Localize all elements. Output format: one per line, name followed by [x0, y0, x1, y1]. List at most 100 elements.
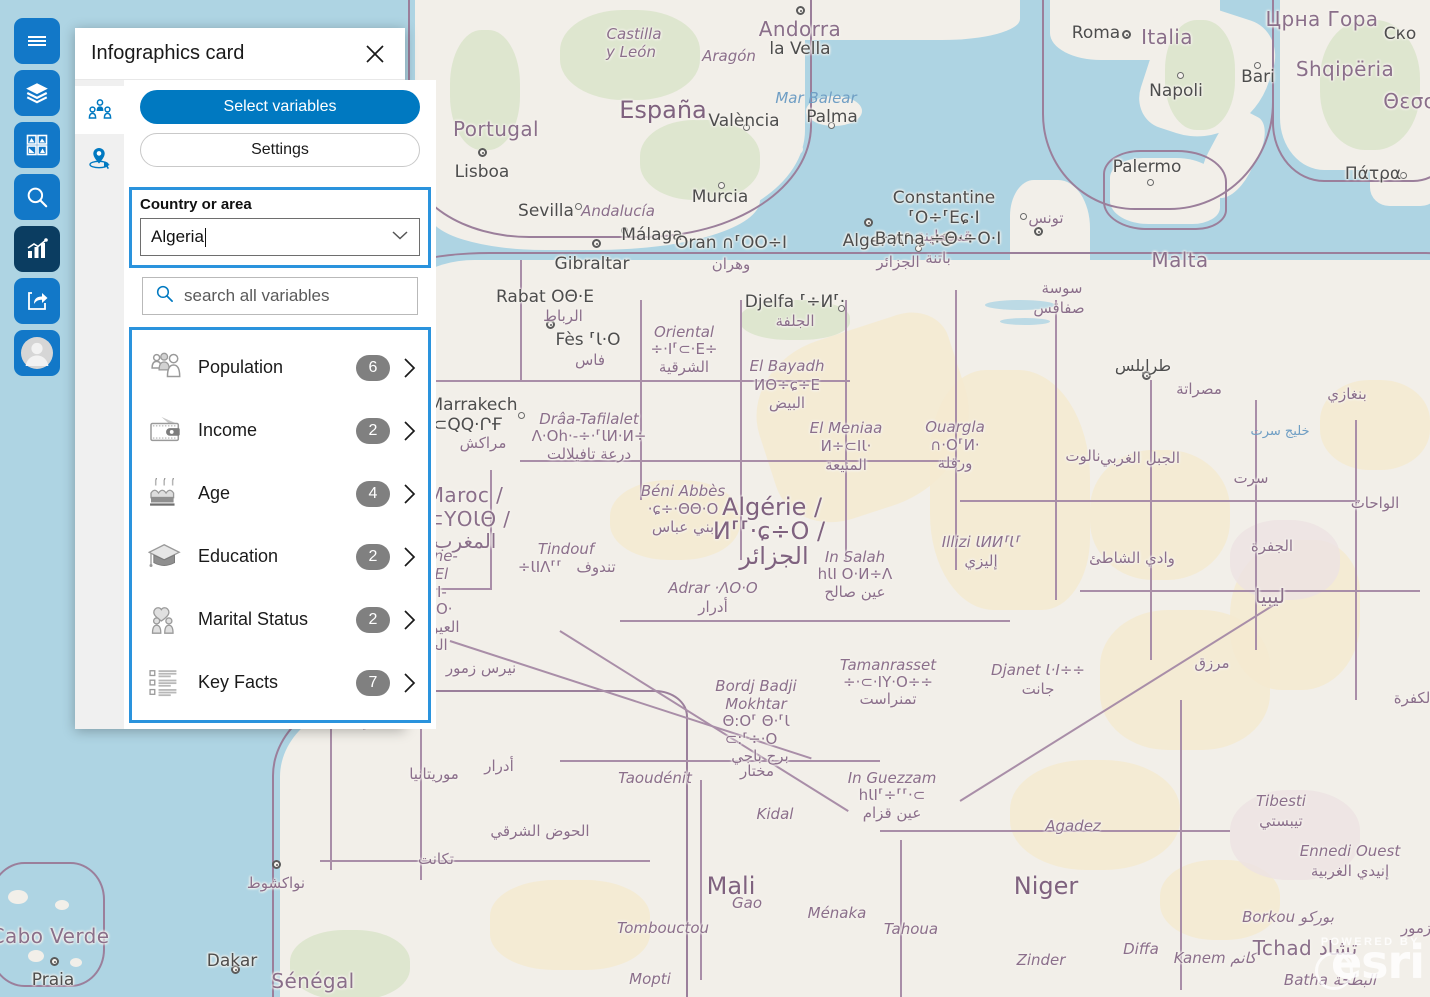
- map-label: Constantine: [892, 188, 996, 208]
- category-label: Income: [198, 420, 258, 440]
- border-line-h7: [880, 830, 1230, 832]
- border-line-morocco: [490, 470, 492, 590]
- layers-icon[interactable]: [14, 70, 60, 116]
- city-dot-valencia: [743, 124, 750, 131]
- border-line-4: [845, 300, 847, 560]
- city-dot-patra: [1400, 172, 1407, 179]
- demographics-tab[interactable]: [75, 86, 124, 134]
- city-dot-palma: [828, 122, 835, 129]
- category-row-marital-status[interactable]: Marital Status 2: [132, 588, 428, 651]
- panel-tab-strip: [75, 80, 124, 729]
- key-facts-list-icon: [146, 667, 188, 699]
- city-dot-alger: [864, 218, 873, 227]
- city-dot-tripoli: [1142, 371, 1151, 380]
- border-line-h5: [1080, 590, 1420, 592]
- desert-patch-6: [1010, 760, 1180, 870]
- chevron-right-icon[interactable]: [402, 420, 418, 442]
- country-select[interactable]: Algeria: [140, 218, 420, 256]
- chevron-down-icon: [391, 228, 409, 246]
- border-line-9: [1355, 420, 1357, 700]
- education-cap-icon: [146, 541, 188, 573]
- coastline-sicily: [1103, 150, 1227, 230]
- search-icon[interactable]: [14, 174, 60, 220]
- country-or-area-field-group: Country or area Algeria: [129, 187, 431, 268]
- category-row-key-facts[interactable]: Key Facts 7: [132, 651, 428, 714]
- coastline-cabo-verde: [0, 862, 105, 987]
- city-dot-napoli: [1177, 72, 1184, 79]
- city-dot-marrakech: [518, 412, 525, 419]
- country-value: Algeria: [151, 227, 204, 246]
- city-dot-bari: [1254, 62, 1261, 69]
- chevron-right-icon[interactable]: [402, 609, 418, 631]
- city-dot-tunis: [1034, 227, 1043, 236]
- coastline-west-africa: [272, 690, 688, 997]
- tibesti-highland: [1230, 790, 1360, 880]
- page-title: Infographics card: [91, 42, 245, 64]
- coastline-iberia: [408, 0, 812, 238]
- map-label: قسنطينة: [916, 227, 972, 245]
- city-dot-murcia: [718, 182, 725, 189]
- category-count-badge: 2: [356, 606, 390, 633]
- border-line-1: [520, 260, 522, 380]
- settings-button[interactable]: Settings: [140, 133, 420, 167]
- border-line-maur2: [330, 720, 332, 870]
- chott-lake: [985, 300, 1055, 310]
- category-label: Key Facts: [198, 672, 279, 692]
- category-count-badge: 4: [356, 480, 390, 507]
- city-dot-nouakchott: [272, 860, 281, 869]
- city-dot-roma: [1122, 30, 1131, 39]
- category-label: Education: [198, 546, 279, 566]
- border-line-6: [1055, 300, 1057, 600]
- user-avatar-icon[interactable]: [14, 330, 60, 376]
- menu-icon[interactable]: [14, 18, 60, 64]
- category-count-badge: 2: [356, 543, 390, 570]
- chevron-right-icon[interactable]: [402, 546, 418, 568]
- infographics-card-panel: Infographics card Select variables Setti…: [75, 28, 436, 729]
- border-line-3: [740, 300, 742, 560]
- panel-header: Infographics card: [75, 28, 405, 80]
- age-cake-icon: [146, 478, 188, 510]
- search-variables-field[interactable]: [142, 277, 418, 315]
- city-dot-gibraltar: [592, 239, 601, 248]
- coastline-africa: [382, 252, 1430, 552]
- chevron-right-icon[interactable]: [402, 672, 418, 694]
- category-row-population[interactable]: Population 6: [132, 336, 428, 399]
- city-dot-palermo: [1147, 179, 1154, 186]
- category-row-age[interactable]: Age 4: [132, 462, 428, 525]
- city-dot-rabat: [546, 320, 555, 329]
- chevron-right-icon[interactable]: [402, 357, 418, 379]
- border-line-h8: [320, 860, 650, 862]
- basemap-icon[interactable]: [14, 122, 60, 168]
- border-line-h6: [560, 760, 880, 762]
- desert-patch-5: [1100, 610, 1270, 750]
- close-icon[interactable]: [361, 40, 389, 68]
- category-row-income[interactable]: Income 2: [132, 399, 428, 462]
- panel-content: Select variables Settings Country or are…: [124, 80, 436, 729]
- border-line-h4: [620, 620, 1010, 622]
- border-line-mali: [700, 780, 702, 980]
- map-label: ⸢Օ÷⸢Eɕ·I: [908, 208, 980, 228]
- chevron-right-icon[interactable]: [402, 483, 418, 505]
- city-dot-sevilla: [575, 203, 582, 210]
- population-icon: [146, 352, 188, 384]
- category-row-education[interactable]: Education 2: [132, 525, 428, 588]
- category-count-badge: 7: [356, 669, 390, 696]
- city-dot-andorra: [796, 6, 805, 15]
- location-tab[interactable]: [75, 134, 124, 182]
- share-icon[interactable]: [14, 278, 60, 324]
- income-wallet-icon: [146, 415, 188, 447]
- search-input[interactable]: [184, 286, 405, 306]
- app-toolbar: [14, 18, 60, 376]
- city-dot-batna: [915, 245, 922, 252]
- category-count-badge: 2: [356, 417, 390, 444]
- border-line-5: [955, 290, 957, 570]
- infographics-icon[interactable]: [14, 226, 60, 272]
- panel-body: Select variables Settings Country or are…: [75, 80, 436, 729]
- select-variables-button[interactable]: Select variables: [140, 90, 420, 124]
- marital-status-icon: [146, 604, 188, 636]
- border-line-2: [640, 300, 642, 500]
- chott-lake-2: [1000, 318, 1050, 325]
- category-label: Marital Status: [198, 609, 309, 629]
- city-dot-constantine: [1020, 213, 1027, 220]
- text-cursor: [204, 227, 206, 247]
